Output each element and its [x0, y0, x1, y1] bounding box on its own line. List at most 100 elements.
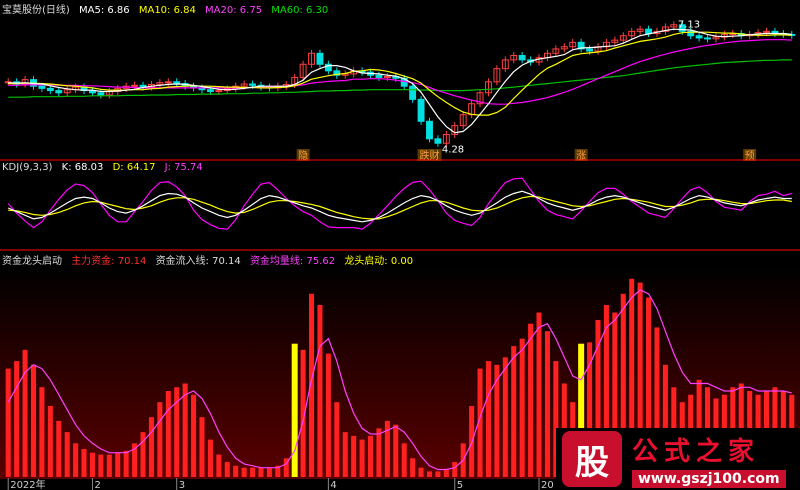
candle [611, 36, 619, 46]
main-fund-bar [317, 305, 323, 477]
main-fund-bar [528, 323, 534, 477]
main-fund-bar [250, 467, 256, 477]
candle-body [249, 83, 257, 86]
x-tick: 4 [327, 478, 337, 490]
kdj-j-line [7, 177, 792, 230]
main-fund-bar [485, 361, 491, 477]
candle [485, 78, 492, 97]
main-fund-bar [106, 454, 112, 477]
main-fund-bar [115, 452, 121, 477]
candle-body [97, 92, 105, 96]
ma20-readout: MA20: 6.75 [205, 5, 263, 16]
main-fund-bar [157, 402, 163, 477]
candle [21, 76, 29, 88]
candle [468, 100, 476, 119]
candle [628, 27, 636, 40]
main-fund-bar [233, 465, 239, 477]
candle [720, 30, 728, 41]
main-fund-bar [435, 471, 441, 477]
main-fund-bar [89, 452, 95, 477]
candle [417, 95, 425, 125]
kdj-k-line [7, 190, 792, 223]
main-fund-bar [443, 469, 449, 477]
main-fund-bar [224, 462, 230, 477]
main-fund-bar [5, 368, 11, 477]
ma10-line [8, 31, 792, 116]
candle-body [645, 28, 653, 35]
main-fund-bar [241, 467, 247, 477]
candle [426, 117, 433, 143]
main-fund-bar [199, 417, 205, 477]
x-tick-label: 4 [330, 480, 336, 490]
main-fund-bar [165, 391, 171, 477]
candle-body [518, 54, 526, 61]
candle-body [417, 98, 425, 122]
candle [636, 25, 644, 35]
candle [645, 25, 653, 38]
x-tick-label: 5 [457, 480, 463, 490]
main-fund-bar [56, 420, 62, 477]
fund-panel-header: 资金龙头启动 主力资金: 70.14 资金流入线: 70.14 资金均量线: 7… [2, 252, 419, 267]
main-fund-bar [73, 443, 79, 477]
candle [695, 32, 703, 42]
price-annotation: 4.28 [442, 144, 464, 155]
candle [577, 38, 585, 53]
candle-body [55, 90, 63, 94]
candle [518, 51, 526, 64]
candle [459, 111, 467, 130]
candle [4, 78, 12, 86]
x-tick-label: 3 [179, 480, 185, 490]
main-fund-bar [452, 462, 458, 477]
candle [712, 33, 720, 43]
candle [190, 82, 198, 92]
main-fund-bar [64, 432, 70, 477]
dragon-readout: 龙头启动: 0.00 [344, 256, 414, 267]
watermark-logo: 股 [562, 431, 622, 487]
candle [451, 122, 459, 138]
candle [569, 38, 577, 51]
candle [434, 135, 442, 147]
candle [476, 89, 484, 108]
watermark-url: www.gszj100.com [632, 469, 786, 488]
main-fund-bar [258, 467, 264, 477]
candle [510, 51, 518, 64]
candle [543, 49, 551, 62]
candle-body [375, 74, 383, 78]
main-fund-bar [182, 383, 188, 477]
candle [341, 70, 349, 79]
candle [661, 23, 669, 35]
main-fund-bar [511, 346, 517, 477]
main-fund-bar [519, 338, 525, 477]
x-tick: 5 [454, 478, 463, 490]
candle-body [316, 52, 324, 65]
candle-body [409, 85, 417, 100]
candle-body [586, 48, 594, 52]
main-fund-bar [22, 349, 28, 477]
main-fund-bar [98, 454, 104, 477]
main-fund-bar [536, 312, 542, 477]
candle-body [426, 120, 433, 140]
fund-title: 资金龙头启动 [2, 256, 62, 267]
ma60-readout: MA60: 6.30 [271, 5, 329, 16]
candle-body [383, 76, 391, 79]
main-fund-bar [325, 353, 331, 477]
main-fund-bar [418, 467, 424, 477]
main-fund-bar [351, 435, 357, 477]
candle [602, 38, 610, 51]
main-fund-bar [207, 439, 213, 477]
main-fund-bar [502, 357, 508, 477]
candle [704, 34, 711, 43]
main-fund-bar [39, 387, 45, 477]
candle-body [131, 84, 139, 87]
main-fund-bar [376, 428, 382, 477]
price-panel-header: 宝莫股份(日线) MA5: 6.86 MA10: 6.84 MA20: 6.75… [2, 1, 334, 16]
main-fund-bar [334, 402, 340, 477]
candle-body [215, 90, 223, 93]
candle-body [434, 138, 442, 144]
kdj-panel-header: KDJ(9,3,3) K: 68.03 D: 64.17 J: 75.74 [2, 162, 209, 173]
candle [63, 86, 71, 97]
price-annotation: 7.13 [678, 19, 700, 30]
candle-body [695, 35, 703, 39]
candle [173, 78, 181, 88]
x-tick: 20 [538, 478, 554, 490]
